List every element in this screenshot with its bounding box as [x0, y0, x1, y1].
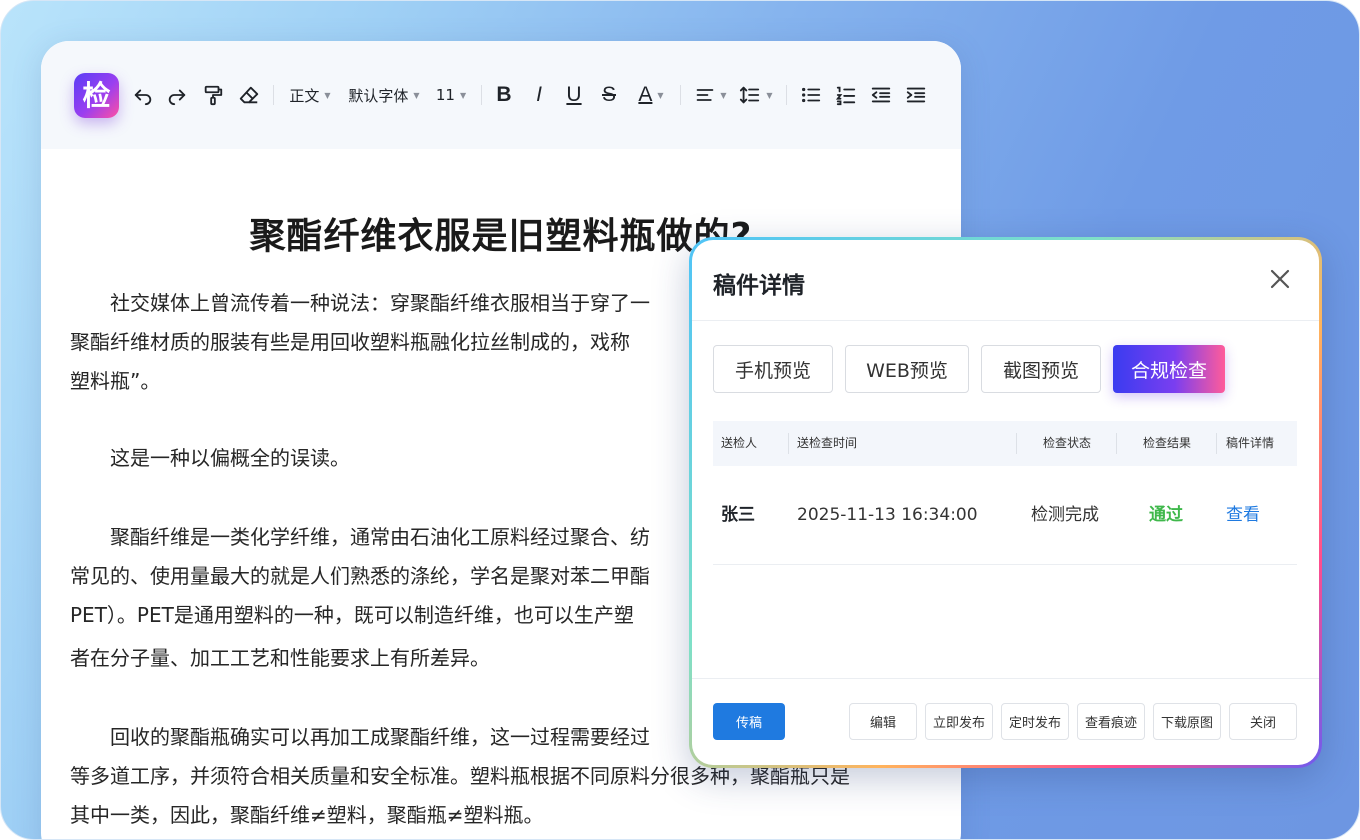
toolbar-divider — [786, 85, 787, 105]
table-row: 张三 2025-11-13 16:34:00 检测完成 通过 查看 — [713, 466, 1297, 564]
tab-compliance-check[interactable]: 合规检查 — [1113, 345, 1225, 393]
column-header-detail: 稿件详情 — [1226, 436, 1275, 450]
toolbar-divider — [680, 85, 681, 105]
tab-web-preview[interactable]: WEB预览 — [845, 345, 969, 393]
indent-icon[interactable] — [904, 81, 928, 109]
dialog-footer-divider — [692, 678, 1319, 679]
check-status: 检测完成 — [1031, 505, 1099, 525]
column-header-status: 检查状态 — [1043, 436, 1092, 450]
download-original-button[interactable]: 下载原图 — [1153, 703, 1221, 740]
view-trace-button[interactable]: 查看痕迹 — [1077, 703, 1145, 740]
dialog-body: 稿件详情 手机预览 WEB预览 截图预览 合规检查 送检人 送检查时间 检查状态… — [692, 240, 1319, 765]
column-header-time: 送检查时间 — [797, 436, 858, 450]
column-divider — [1016, 433, 1017, 454]
row-divider — [713, 564, 1297, 565]
font-color-button[interactable]: A ▼ — [631, 81, 671, 109]
line-height-button[interactable]: ▼ — [738, 81, 774, 109]
column-divider — [1116, 433, 1117, 454]
outdent-icon[interactable] — [869, 81, 893, 109]
bullet-list-icon[interactable] — [799, 81, 823, 109]
tab-screenshot-preview[interactable]: 截图预览 — [981, 345, 1101, 393]
caret-down-icon: ▼ — [413, 90, 420, 100]
check-time: 2025-11-13 16:34:00 — [797, 505, 978, 525]
close-icon[interactable] — [1265, 264, 1295, 294]
paragraph-line: 其中一类，因此，聚酯纤维≠塑料，聚酯瓶≠塑料瓶。 — [70, 803, 544, 827]
submit-button[interactable]: 传稿 — [713, 703, 785, 740]
table-header: 送检人 送检查时间 检查状态 检查结果 稿件详情 — [713, 421, 1297, 466]
column-header-sender: 送检人 — [721, 436, 758, 450]
font-family-select[interactable]: 默认字体 ▼ — [344, 81, 424, 109]
toolbar-divider — [273, 85, 274, 105]
strikethrough-button[interactable]: S — [597, 81, 621, 109]
font-color-label: A — [638, 83, 653, 106]
paragraph-style-select[interactable]: 正文 ▼ — [286, 81, 334, 109]
redo-icon[interactable] — [165, 81, 189, 109]
tab-mobile-preview[interactable]: 手机预览 — [713, 345, 833, 393]
close-button[interactable]: 关闭 — [1229, 703, 1297, 740]
column-header-result: 检查结果 — [1143, 436, 1192, 450]
schedule-publish-button[interactable]: 定时发布 — [1001, 703, 1069, 740]
view-detail-link[interactable]: 查看 — [1226, 466, 1260, 564]
align-button[interactable]: ▼ — [693, 81, 729, 109]
italic-button[interactable]: I — [527, 81, 551, 109]
paragraph-style-label: 正文 — [289, 86, 320, 105]
bold-button[interactable]: B — [492, 81, 516, 109]
underline-button[interactable]: U — [562, 81, 586, 109]
toolbar-divider — [481, 85, 482, 105]
undo-icon[interactable] — [131, 81, 155, 109]
font-size-label: 11 — [435, 86, 455, 104]
caret-down-icon: ▼ — [657, 90, 664, 100]
caret-down-icon: ▼ — [459, 90, 467, 100]
caret-down-icon: ▼ — [324, 90, 331, 100]
caret-down-icon: ▼ — [766, 90, 773, 100]
app-logo: 检 — [74, 73, 119, 118]
sender-name: 张三 — [721, 505, 755, 525]
column-divider — [788, 433, 789, 454]
font-family-label: 默认字体 — [348, 86, 409, 105]
font-size-select[interactable]: 11 ▼ — [432, 81, 470, 109]
format-painter-icon[interactable] — [201, 81, 225, 109]
dialog-title: 稿件详情 — [713, 273, 805, 299]
dialog-header-divider — [692, 320, 1319, 321]
app-background: 检 正文 ▼ 默认字体 ▼ 11 ▼ B I U S A ▼ ▼ ▼ 聚酯纤维衣… — [0, 0, 1360, 840]
check-result: 通过 — [1149, 505, 1183, 525]
align-left-icon — [695, 85, 715, 105]
eraser-icon[interactable] — [237, 81, 261, 109]
publish-now-button[interactable]: 立即发布 — [925, 703, 993, 740]
caret-down-icon: ▼ — [720, 90, 727, 100]
manuscript-detail-dialog: 稿件详情 手机预览 WEB预览 截图预览 合规检查 送检人 送检查时间 检查状态… — [689, 237, 1322, 768]
edit-button[interactable]: 编辑 — [849, 703, 917, 740]
column-divider — [1216, 433, 1217, 454]
numbered-list-icon[interactable] — [834, 81, 858, 109]
editor-toolbar: 检 正文 ▼ 默认字体 ▼ 11 ▼ B I U S A ▼ ▼ ▼ — [41, 41, 961, 149]
line-height-icon — [739, 84, 761, 106]
